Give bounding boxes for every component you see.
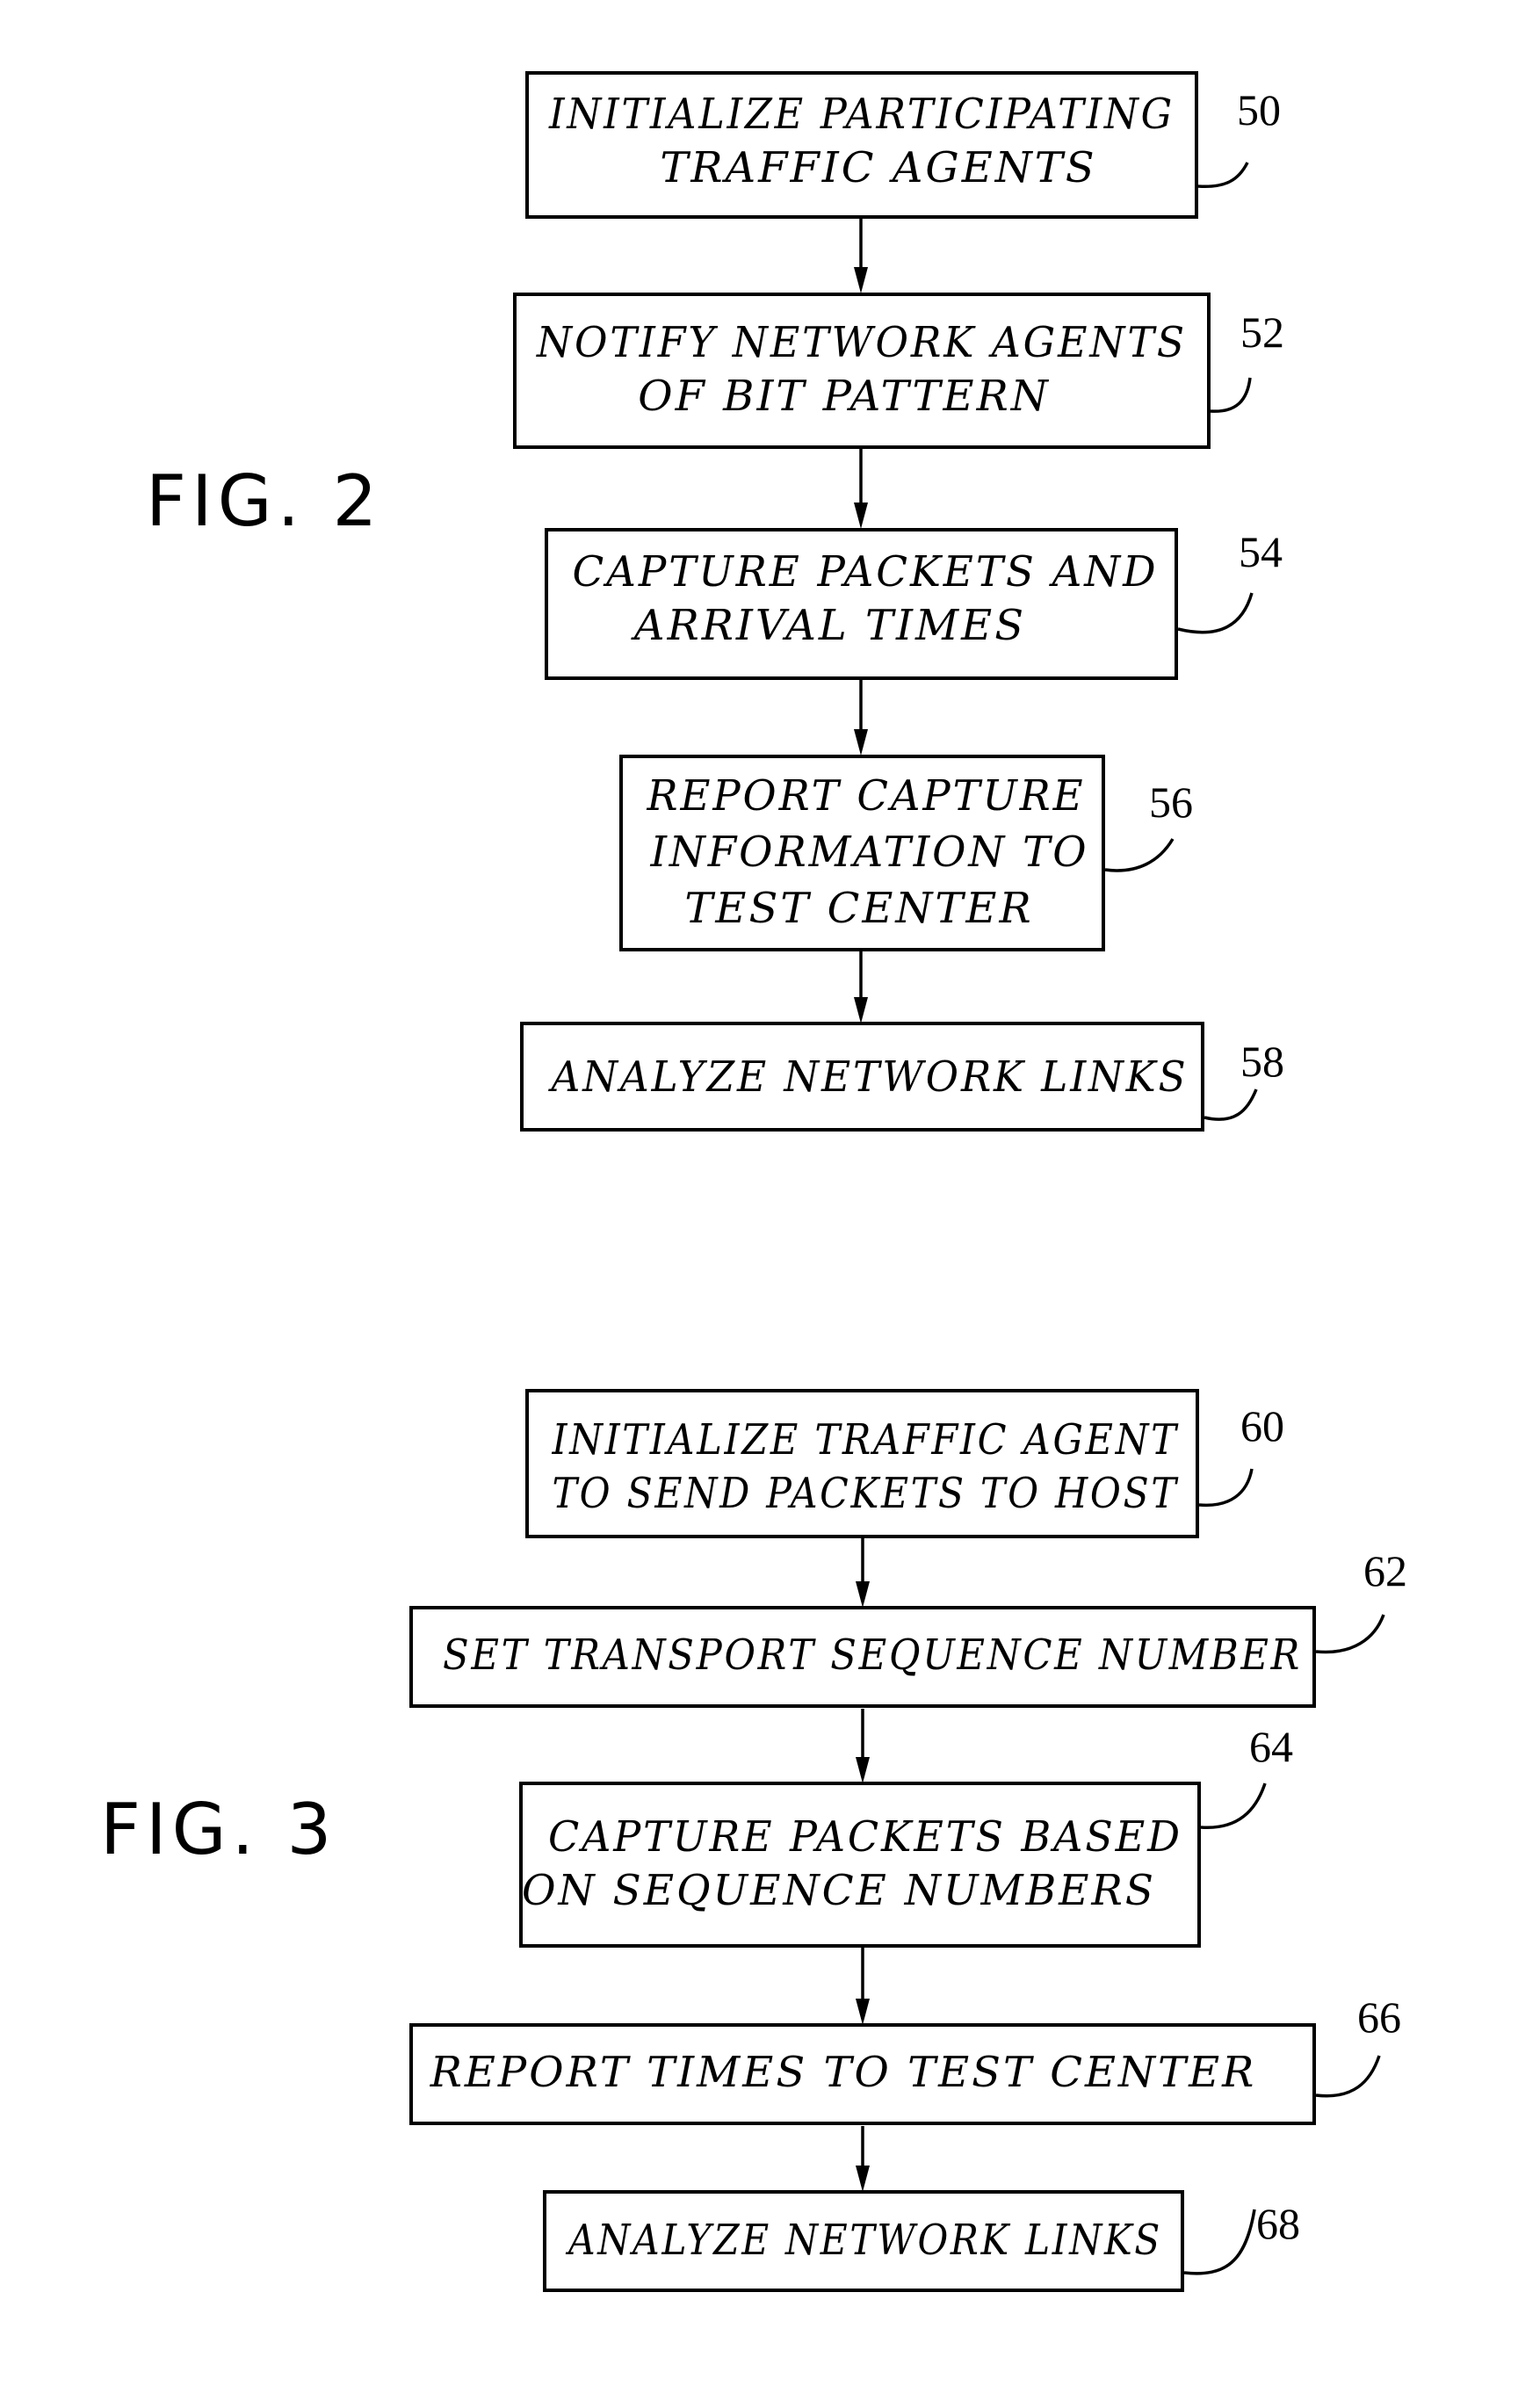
flowchart-canvas: FIG. 2 INITIALIZE PARTICIPATING TRAFFIC … bbox=[100, 71, 1407, 2292]
step-66: REPORT TIMES TO TEST CENTER 66 bbox=[409, 1992, 1401, 2125]
step-64: CAPTURE PACKETS BASED ON SEQUENCE NUMBER… bbox=[519, 1722, 1293, 1948]
arrow-head bbox=[856, 2166, 870, 2192]
step-text-line: INITIALIZE TRAFFIC AGENT bbox=[552, 1415, 1179, 1464]
step-56: REPORT CAPTURE INFORMATION TO TEST CENTE… bbox=[619, 755, 1193, 951]
step-text-line: INFORMATION TO bbox=[650, 828, 1089, 877]
step-text-line: TEST CENTER bbox=[684, 884, 1033, 933]
reference-numeral: 60 bbox=[1240, 1401, 1284, 1450]
leader-line bbox=[1198, 1468, 1254, 1508]
step-text-line: ON SEQUENCE NUMBERS bbox=[522, 1866, 1156, 1915]
reference-numeral: 58 bbox=[1240, 1037, 1284, 1086]
step-text-line: TO SEND PACKETS TO HOST bbox=[553, 1469, 1179, 1518]
leader-line bbox=[1197, 162, 1249, 189]
step-text-line: ANALYZE NETWORK LINKS bbox=[548, 1052, 1189, 1102]
step-60: INITIALIZE TRAFFIC AGENT TO SEND PACKETS… bbox=[525, 1389, 1284, 1538]
step-52: NOTIFY NETWORK AGENTS OF BIT PATTERN 52 bbox=[513, 293, 1284, 449]
step-box bbox=[519, 1782, 1201, 1948]
reference-numeral: 64 bbox=[1249, 1722, 1293, 1771]
arrow-head bbox=[856, 1581, 870, 1608]
reference-numeral: 52 bbox=[1240, 307, 1284, 357]
leader-line bbox=[1200, 1782, 1267, 1829]
step-text-line: REPORT CAPTURE bbox=[647, 771, 1086, 821]
step-text-line: ARRIVAL TIMES bbox=[631, 601, 1026, 650]
reference-numeral: 66 bbox=[1357, 1992, 1401, 2042]
arrow-head bbox=[856, 1999, 870, 2025]
step-text-line: NOTIFY NETWORK AGENTS bbox=[536, 318, 1187, 367]
reference-numeral: 54 bbox=[1239, 527, 1283, 576]
reference-numeral: 68 bbox=[1256, 2199, 1300, 2248]
step-62: SET TRANSPORT SEQUENCE NUMBER 62 bbox=[409, 1546, 1407, 1708]
step-text-line: SET TRANSPORT SEQUENCE NUMBER bbox=[443, 1631, 1302, 1680]
arrow-head bbox=[854, 503, 868, 529]
leader-line bbox=[1177, 592, 1254, 634]
leader-line bbox=[1315, 2055, 1381, 2098]
step-text-line: CAPTURE PACKETS AND bbox=[573, 547, 1159, 597]
reference-numeral: 50 bbox=[1237, 85, 1281, 134]
figure-label-fig2: FIG. 2 bbox=[146, 460, 382, 542]
leader-line bbox=[1183, 2209, 1256, 2275]
leader-line bbox=[1210, 377, 1252, 413]
step-68: ANALYZE NETWORK LINKS 68 bbox=[543, 2190, 1300, 2292]
step-54: CAPTURE PACKETS AND ARRIVAL TIMES 54 bbox=[545, 527, 1283, 680]
arrow-head bbox=[854, 997, 868, 1023]
step-text-line: CAPTURE PACKETS BASED bbox=[548, 1812, 1182, 1862]
step-text-line: OF BIT PATTERN bbox=[638, 372, 1050, 421]
step-58: ANALYZE NETWORK LINKS 58 bbox=[520, 1022, 1284, 1132]
step-text-line: TRAFFIC AGENTS bbox=[660, 143, 1096, 192]
step-text-line: INITIALIZE PARTICIPATING bbox=[548, 90, 1175, 139]
arrow-head bbox=[854, 729, 868, 756]
leader-line bbox=[1104, 838, 1175, 872]
arrow-head bbox=[856, 1757, 870, 1783]
leader-line bbox=[1315, 1614, 1385, 1654]
arrow-head bbox=[854, 267, 868, 293]
reference-numeral: 56 bbox=[1149, 777, 1193, 827]
leader-line bbox=[1204, 1088, 1258, 1121]
step-text-line: REPORT TIMES TO TEST CENTER bbox=[430, 2048, 1257, 2097]
step-text-line: ANALYZE NETWORK LINKS bbox=[565, 2216, 1162, 2265]
reference-numeral: 62 bbox=[1363, 1546, 1407, 1595]
step-50: INITIALIZE PARTICIPATING TRAFFIC AGENTS … bbox=[525, 71, 1281, 219]
figure-label-fig3: FIG. 3 bbox=[100, 1789, 336, 1870]
